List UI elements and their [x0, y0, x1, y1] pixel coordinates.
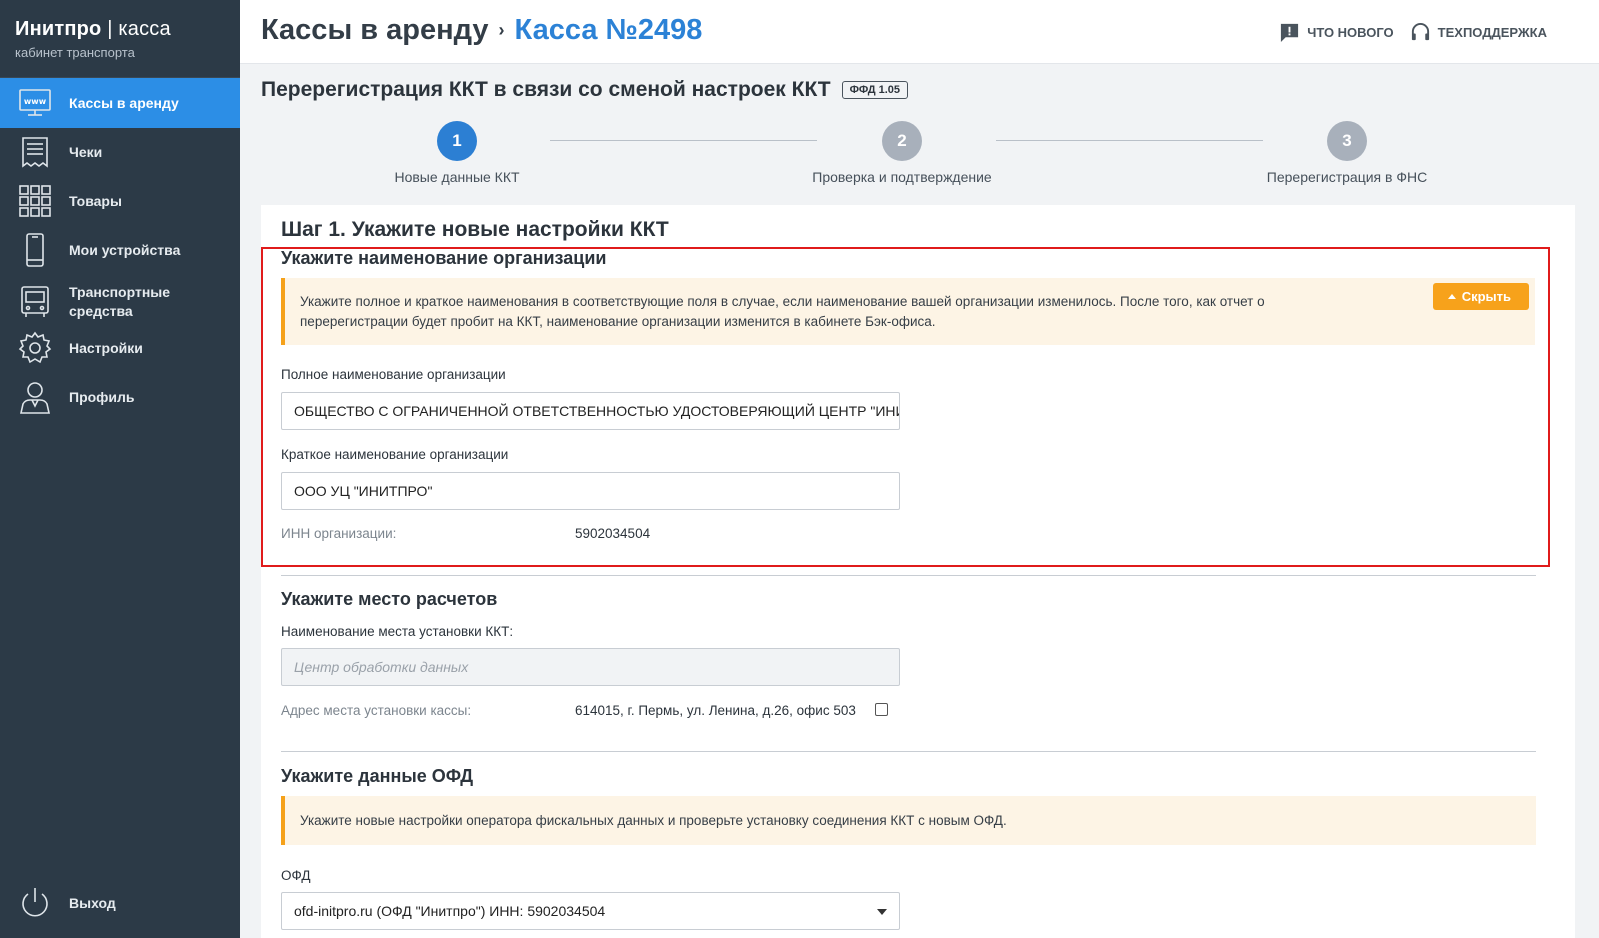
- whats-new-link[interactable]: ЧТО НОВОГО: [1279, 22, 1394, 43]
- step-1-circle: 1: [437, 121, 477, 161]
- address-label: Адрес места установки кассы:: [281, 703, 472, 718]
- step-3-label: Перерегистрация в ФНС: [1266, 169, 1428, 185]
- www-monitor-icon: www: [17, 85, 53, 121]
- main-content: Перерегистрация ККТ в связи со сменой на…: [240, 64, 1599, 938]
- sidebar-item-devices[interactable]: Мои устройства: [0, 225, 240, 275]
- breadcrumb: Кассы в аренду › Касса №2498: [261, 14, 702, 47]
- short-name-input[interactable]: ООО УЦ "ИНИТПРО": [281, 472, 900, 510]
- logout-button[interactable]: Выход: [0, 878, 240, 928]
- full-name-input[interactable]: ОБЩЕСТВО С ОГРАНИЧЕННОЙ ОТВЕТСТВЕННОСТЬЮ…: [281, 392, 900, 430]
- breadcrumb-separator: ›: [498, 20, 505, 40]
- step-connector: [996, 140, 1263, 141]
- inn-value: 5902034504: [575, 526, 651, 541]
- sidebar-item-label: Настройки: [69, 339, 143, 356]
- section-divider: [281, 575, 1536, 576]
- sidebar-item-label: Чеки: [69, 143, 103, 160]
- inn-label: ИНН организации:: [281, 526, 397, 541]
- step-2-circle: 2: [882, 121, 922, 161]
- page-title: Перерегистрация ККТ в связи со сменой на…: [261, 78, 909, 102]
- support-link[interactable]: ТЕХПОДДЕРЖКА: [1410, 22, 1547, 43]
- address-copy-checkbox[interactable]: [875, 703, 888, 716]
- receipt-icon: [17, 134, 53, 170]
- step-1-label: Новые данные ККТ: [394, 169, 520, 185]
- section-divider: [281, 751, 1536, 752]
- step-2-label: Проверка и подтверждение: [812, 169, 992, 185]
- sidebar: Инитпро | касса кабинет транспорта www К…: [0, 0, 240, 938]
- sidebar-item-vehicles[interactable]: Транспортные средства: [0, 274, 240, 330]
- gear-icon: [17, 330, 53, 366]
- top-header: Кассы в аренду › Касса №2498 ЧТО НОВОГО …: [240, 0, 1599, 64]
- step-heading: Шаг 1. Укажите новые настройки ККТ: [281, 218, 669, 241]
- form-card: Шаг 1. Укажите новые настройки ККТ Укажи…: [261, 205, 1575, 938]
- sidebar-item-rental-kkt[interactable]: www Кассы в аренду: [0, 78, 240, 128]
- message-alert-icon: [1281, 23, 1299, 43]
- svg-text:www: www: [24, 97, 47, 106]
- ofd-select[interactable]: ofd-initpro.ru (ОФД "Инитпро") ИНН: 5902…: [281, 892, 900, 930]
- sidebar-item-label: Кассы в аренду: [69, 94, 179, 111]
- sidebar-item-profile[interactable]: Профиль: [0, 372, 240, 422]
- place-name-input[interactable]: Центр обработки данных: [281, 648, 900, 686]
- sidebar-item-label: Товары: [69, 192, 122, 209]
- sidebar-item-label: Мои устройства: [69, 241, 181, 258]
- sidebar-item-label: Профиль: [69, 388, 135, 405]
- chevron-down-icon: [877, 909, 887, 915]
- breadcrumb-rental[interactable]: Кассы в аренду: [261, 14, 489, 47]
- address-value: 614015, г. Пермь, ул. Ленина, д.26, офис…: [575, 703, 856, 718]
- brand-subtitle: кабинет транспорта: [15, 45, 135, 60]
- stepper: 1 Новые данные ККТ 2 Проверка и подтверж…: [240, 121, 1599, 191]
- sidebar-item-label: Транспортные средства: [69, 284, 171, 319]
- ffd-version-badge: ФФД 1.05: [841, 81, 909, 99]
- power-icon: [17, 885, 53, 921]
- sidebar-item-receipts[interactable]: Чеки: [0, 127, 240, 177]
- org-notice: Укажите полное и краткое наименования в …: [281, 278, 1535, 345]
- brand: Инитпро | касса кабинет транспорта: [0, 0, 240, 78]
- ofd-section-title: Укажите данные ОФД: [281, 766, 474, 786]
- phone-icon: [17, 232, 53, 268]
- organization-section-highlight: Укажите наименование организации Укажите…: [261, 247, 1550, 567]
- hide-notice-button[interactable]: Скрыть: [1432, 283, 1529, 310]
- place-section-title: Укажите место расчетов: [281, 589, 498, 609]
- place-name-label: Наименование места установки ККТ:: [281, 624, 514, 639]
- bus-icon: [17, 284, 53, 320]
- caret-up-icon: [1447, 294, 1456, 299]
- short-name-label: Краткое наименование организации: [281, 447, 509, 462]
- logout-label: Выход: [69, 894, 116, 911]
- full-name-label: Полное наименование организации: [281, 367, 506, 382]
- sidebar-item-products[interactable]: Товары: [0, 176, 240, 226]
- org-section-title: Укажите наименование организации: [281, 248, 607, 268]
- step-connector: [550, 140, 817, 141]
- headset-icon: [1411, 23, 1429, 41]
- user-icon: [17, 379, 53, 415]
- ofd-notice: Укажите новые настройки оператора фискал…: [281, 796, 1536, 845]
- top-links: ЧТО НОВОГО ТЕХПОДДЕРЖКА: [1263, 22, 1547, 43]
- ofd-label: ОФД: [281, 868, 311, 883]
- sidebar-item-settings[interactable]: Настройки: [0, 323, 240, 373]
- brand-logo[interactable]: Инитпро | касса: [15, 18, 240, 41]
- step-3-circle: 3: [1327, 121, 1367, 161]
- breadcrumb-current-kkt: Касса №2498: [514, 14, 703, 46]
- grid-icon: [17, 183, 53, 219]
